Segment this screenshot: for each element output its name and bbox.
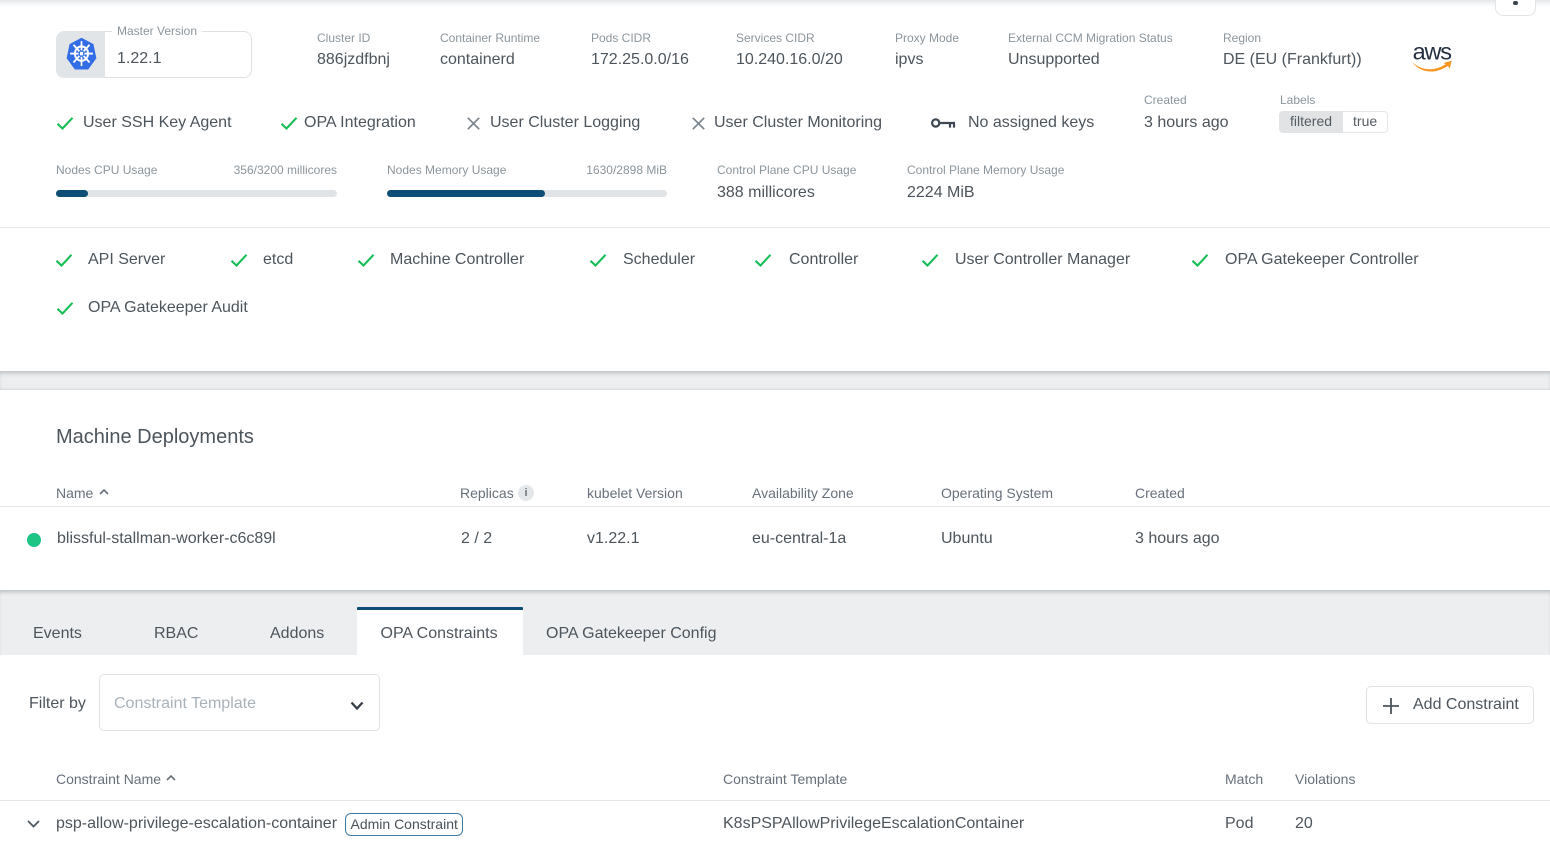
svg-text:aws: aws: [1413, 40, 1452, 64]
